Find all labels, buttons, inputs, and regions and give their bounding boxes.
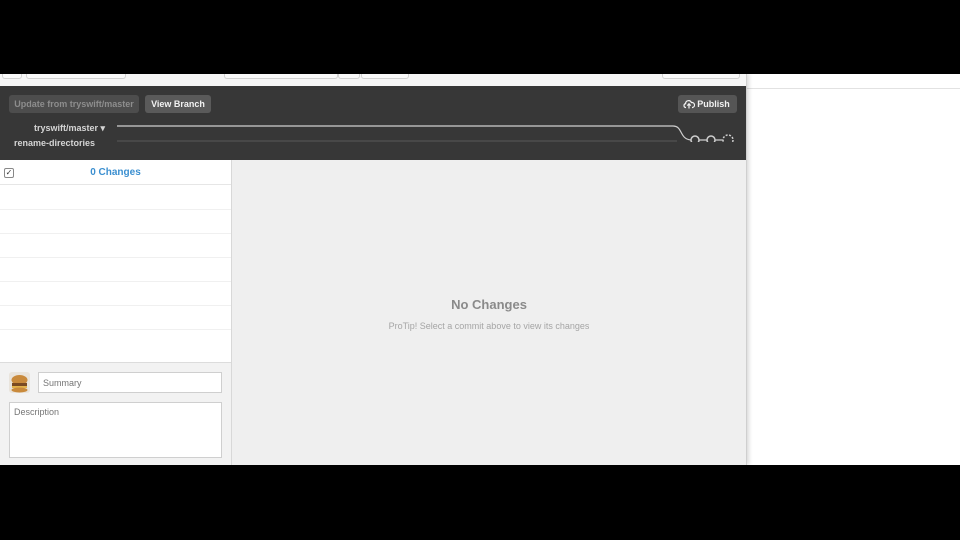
titlebar-control[interactable] <box>662 74 740 79</box>
publish-button[interactable]: Publish <box>678 95 737 113</box>
cloud-upload-icon <box>683 100 695 109</box>
uncommitted-changes-dot[interactable] <box>722 134 734 142</box>
changes-sidebar: ✓ 0 Changes <box>0 160 232 465</box>
changes-header: ✓ 0 Changes <box>0 160 231 185</box>
commit-dot[interactable] <box>706 135 716 142</box>
commit-dot[interactable] <box>690 135 700 142</box>
commit-form <box>0 362 231 465</box>
list-item <box>0 257 231 282</box>
desktop-background-area <box>747 74 960 465</box>
list-item <box>0 281 231 306</box>
empty-state-tip: ProTip! Select a commit above to view it… <box>388 321 590 331</box>
description-input[interactable] <box>9 402 222 458</box>
base-branch-selector[interactable]: tryswift/master ▾ <box>34 123 105 134</box>
screen-content: Update from tryswift/master View Branch … <box>0 74 960 465</box>
titlebar-control[interactable] <box>26 74 126 79</box>
branch-toolbar: Update from tryswift/master View Branch … <box>0 86 746 160</box>
diff-panel: No Changes ProTip! Select a commit above… <box>232 160 746 465</box>
current-branch-label: rename-directories <box>13 138 95 148</box>
titlebar-control[interactable] <box>2 74 22 79</box>
empty-state-title: No Changes <box>451 297 527 312</box>
titlebar-control[interactable] <box>338 74 360 79</box>
summary-input[interactable] <box>38 372 222 393</box>
list-item <box>0 185 231 210</box>
divider <box>747 88 960 89</box>
avatar <box>9 372 30 393</box>
branch-fork-line <box>672 125 692 141</box>
list-item <box>0 209 231 234</box>
list-item <box>0 305 231 330</box>
publish-label: Publish <box>697 99 730 109</box>
titlebar-control[interactable] <box>361 74 409 79</box>
changes-count-title: 0 Changes <box>90 167 141 178</box>
titlebar-control[interactable] <box>224 74 338 79</box>
list-item <box>0 233 231 258</box>
view-branch-button[interactable]: View Branch <box>145 95 211 113</box>
update-from-upstream-button[interactable]: Update from tryswift/master <box>9 95 139 113</box>
branch-timeline-graph[interactable] <box>117 122 739 142</box>
app-window: Update from tryswift/master View Branch … <box>0 74 747 465</box>
